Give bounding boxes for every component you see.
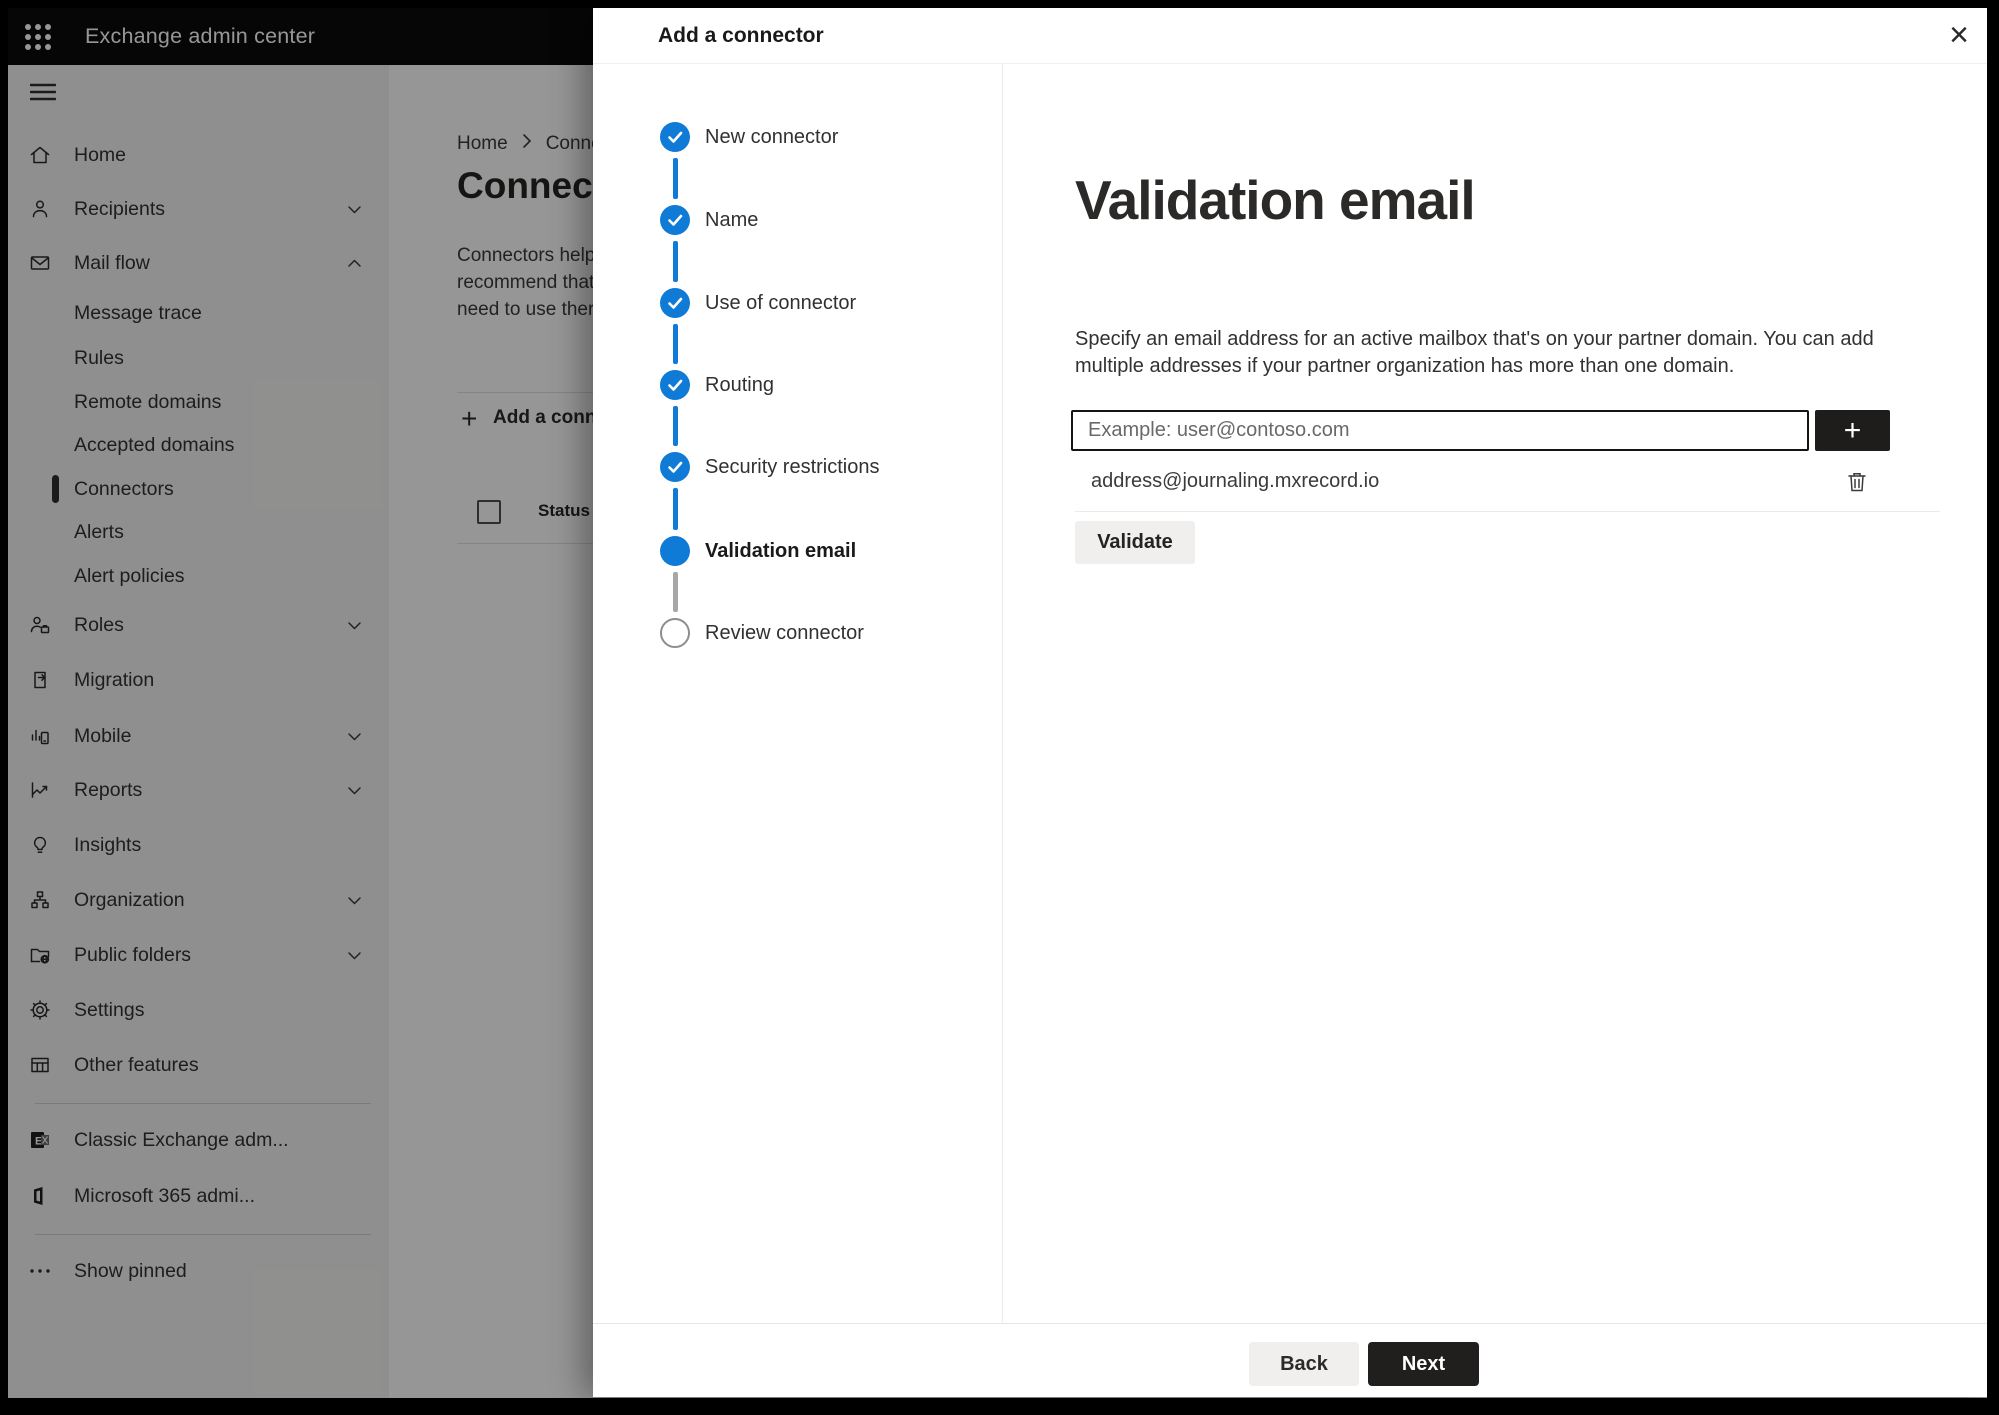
address-list-divider (1075, 511, 1940, 512)
wizard-step-label[interactable]: Use of connector (705, 288, 856, 318)
wizard-step-connector (673, 241, 678, 282)
trash-icon[interactable] (1843, 468, 1871, 496)
wizard-step-label[interactable]: Review connector (705, 618, 864, 648)
wizard-step-label[interactable]: New connector (705, 122, 838, 152)
wizard-step-circle-completed[interactable] (660, 122, 690, 152)
app-window: Exchange admin center Home Recipients Mail… (8, 8, 1987, 1398)
wizard-step-label[interactable]: Name (705, 205, 758, 235)
add-connector-modal: Add a connector × New connector Name Use o… (593, 8, 1987, 1397)
add-email-button[interactable]: + (1815, 410, 1890, 451)
wizard-step-connector (673, 324, 678, 364)
wizard-step-label[interactable]: Security restrictions (705, 452, 880, 482)
address-email: address@journaling.mxrecord.io (1091, 470, 1380, 492)
wizard-step-circle-completed[interactable] (660, 288, 690, 318)
check-icon (668, 131, 683, 143)
close-icon[interactable]: × (1937, 14, 1981, 58)
wizard-step-label[interactable]: Routing (705, 370, 774, 400)
wizard-step-label[interactable]: Validation email (705, 536, 856, 566)
wizard-column-divider (1002, 64, 1003, 1323)
validate-button[interactable]: Validate (1075, 521, 1195, 564)
check-icon (668, 461, 683, 473)
address-row: address@journaling.mxrecord.io (1075, 466, 1940, 500)
wizard-step-connector (673, 488, 678, 530)
wizard-step-connector (673, 158, 678, 199)
step-heading: Validation email (1075, 169, 1476, 231)
check-icon (668, 297, 683, 309)
modal-title: Add a connector (658, 24, 824, 47)
wizard-step-circle-completed[interactable] (660, 205, 690, 235)
modal-header-divider (593, 63, 1987, 64)
wizard-step-connector (673, 406, 678, 446)
email-address-input[interactable] (1071, 410, 1809, 451)
wizard-step-circle-current[interactable] (660, 536, 690, 566)
next-button[interactable]: Next (1368, 1342, 1479, 1386)
wizard-step-connector (673, 572, 678, 612)
wizard-step-circle-completed[interactable] (660, 370, 690, 400)
step-description: Specify an email address for an active m… (1075, 328, 1874, 377)
wizard-step-circle-completed[interactable] (660, 452, 690, 482)
wizard-step-circle-upcoming[interactable] (660, 618, 690, 648)
back-button[interactable]: Back (1249, 1342, 1359, 1386)
modal-footer-divider (593, 1323, 1987, 1324)
check-icon (668, 214, 683, 226)
check-icon (668, 379, 683, 391)
